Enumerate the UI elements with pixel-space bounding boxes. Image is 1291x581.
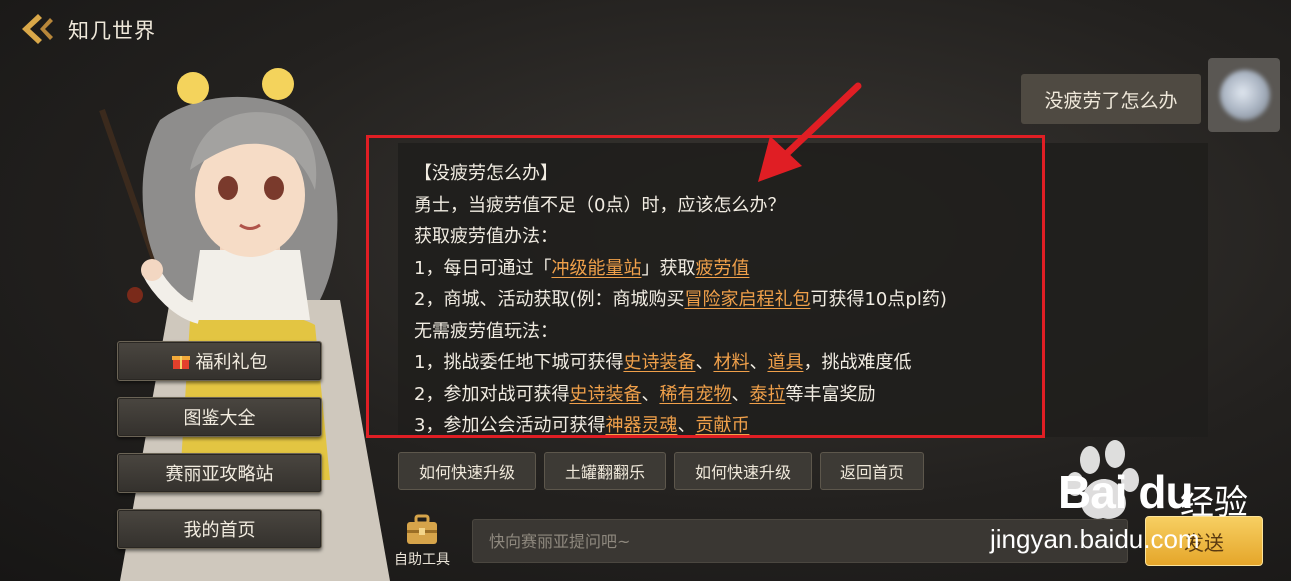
quick-reply-chip[interactable]: 土罐翻翻乐	[544, 452, 666, 490]
toolbox-label: 自助工具	[394, 552, 450, 568]
quick-reply-chip[interactable]: 返回首页	[820, 452, 924, 490]
page-title: 知几世界	[68, 19, 156, 43]
quick-reply-chip[interactable]: 如何快速升级	[398, 452, 536, 490]
back-arrow-icon	[22, 14, 53, 44]
watermark-brand: Bai du	[1058, 466, 1194, 518]
self-help-tools-button[interactable]: 自助工具	[386, 513, 458, 573]
gift-icon	[171, 356, 190, 369]
sidebar-item-my-home[interactable]: 我的首页	[117, 509, 322, 549]
sidebar-item-label: 福利礼包	[195, 352, 268, 373]
avatar	[1208, 58, 1280, 132]
watermark-url: jingyan.baidu.com	[990, 524, 1200, 554]
user-message-bubble: 没疲劳了怎么办	[1021, 74, 1201, 124]
seria-character-illustration	[99, 68, 390, 581]
quick-reply-chip[interactable]: 如何快速升级	[674, 452, 812, 490]
sidebar-item-label: 我的首页	[183, 520, 256, 541]
sidebar-item-label: 赛丽亚攻略站	[165, 464, 274, 485]
user-message-text: 没疲劳了怎么办	[1044, 89, 1178, 112]
annotation-arrow-icon	[758, 82, 862, 182]
back-button[interactable]	[16, 10, 58, 48]
annotation-highlight-box	[366, 135, 1045, 438]
sidebar-item-seria-strategy[interactable]: 赛丽亚攻略站	[117, 453, 322, 493]
toolbox-icon	[407, 514, 437, 544]
app-header: 知几世界	[0, 0, 1291, 58]
sidebar-item-illustrated-guide[interactable]: 图鉴大全	[117, 397, 322, 437]
sidebar-item-label: 图鉴大全	[183, 408, 256, 429]
watermark-cn: 经验	[1180, 483, 1248, 523]
sidebar-item-welfare-pack[interactable]: 福利礼包	[117, 341, 322, 381]
